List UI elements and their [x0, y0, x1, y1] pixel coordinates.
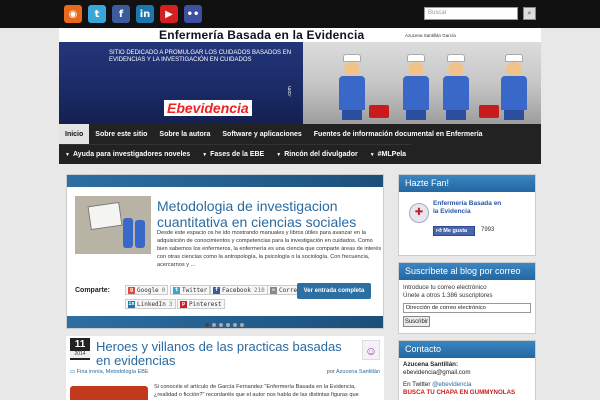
site-author: Azucena Santillán García	[405, 33, 456, 38]
twitter-icon[interactable]: t	[88, 5, 106, 23]
post-thumbnail[interactable]	[70, 386, 148, 400]
slider-dot[interactable]	[219, 323, 223, 327]
site-title[interactable]: Enfermería Basada en la Evidencia	[159, 28, 364, 42]
google-icon: g	[128, 286, 135, 294]
nurse-figure	[403, 54, 429, 120]
banner-text-panel: Sitio dedicado a promulgar los CUIDADOS …	[59, 42, 303, 124]
featured-slider: Metodologia de investigacion cuantitativ…	[66, 174, 384, 329]
site-tagline: Sitio dedicado a promulgar los CUIDADOS …	[109, 50, 292, 63]
featured-excerpt: Desde este espacio os he ido mostrando m…	[157, 230, 382, 268]
contact-twitter: En Twitter @ebevidencia	[403, 381, 472, 388]
slider-dot[interactable]	[226, 323, 230, 327]
widget-title: Hazte Fan!	[399, 175, 535, 192]
main-navigation: Inicio Sobre este sitio Sobre la autora Sof…	[59, 124, 541, 164]
twitter-handle-link[interactable]: @ebevidencia	[432, 381, 471, 388]
top-bar: ◉ t f in ▶ •• Buscar ⌕	[0, 0, 600, 28]
chevron-down-icon: ▼	[276, 151, 282, 158]
gummynolas-link[interactable]: BUSCA TU CHAPA EN GUMMYNOLAS	[403, 389, 535, 397]
rss-icon[interactable]: ◉	[64, 5, 82, 23]
facebook-page-name[interactable]: Enfermería Basada en la Evidencia	[433, 200, 503, 216]
title-bar: Enfermería Basada en la Evidencia Azucen…	[59, 28, 541, 42]
like-button[interactable]: 👍︎ Me gusta	[433, 226, 475, 236]
subscribe-text: Introduce tu correo electrónico Únete a …	[403, 284, 493, 299]
read-more-button[interactable]: Ver entrada completa	[297, 283, 371, 299]
nav-item[interactable]: Inicio	[59, 124, 90, 144]
nav-item[interactable]: Fuentes de información documental en Enf…	[308, 124, 489, 144]
post-entry: 11 2014 Heroes y villanos de las practic…	[66, 336, 384, 400]
chevron-down-icon: ▼	[202, 151, 208, 158]
chevron-down-icon: ▼	[369, 151, 375, 158]
nav-item[interactable]: ▼ Rincón del divulgador	[270, 145, 363, 165]
like-count: 7993	[481, 227, 495, 233]
subscribe-button[interactable]: Suscribir	[403, 316, 430, 327]
nav-item[interactable]: Software y aplicaciones	[216, 124, 307, 144]
linkedin-icon[interactable]: in	[136, 5, 154, 23]
flickr-icon[interactable]: ••	[184, 5, 202, 23]
share-linkedin-button[interactable]: in LinkedIn 3	[125, 299, 176, 309]
chevron-down-icon: ▼	[65, 151, 70, 158]
header-banner[interactable]: Sitio dedicado a promulgar los CUIDADOS …	[59, 42, 541, 124]
facebook-icon[interactable]: f	[112, 5, 130, 23]
banner-photo	[303, 42, 541, 124]
share-label: Comparte:	[75, 287, 111, 294]
search-input[interactable]: Buscar	[424, 7, 518, 20]
nurse-figure	[339, 54, 365, 120]
share-facebook-button[interactable]: f Facebook 210	[210, 285, 268, 295]
share-google-button[interactable]: g Google 0	[125, 285, 169, 295]
logo-suffix: .com	[287, 86, 293, 97]
contact-details: Azucena Santillán: ebevidencia@gmail.com…	[403, 361, 535, 397]
mail-icon: ✉	[270, 286, 277, 294]
twitter-icon: t	[173, 286, 180, 294]
widget-fan: Hazte Fan! ✚ Enfermería Basada en la Evi…	[398, 174, 536, 256]
widget-subscribe: Suscríbete al blog por correo Introduce …	[398, 262, 536, 334]
slider-dot[interactable]	[233, 323, 237, 327]
nav-row-secondary: ▼ Ayuda para investigadores noveles ▼ Fases…	[59, 144, 413, 165]
nav-item[interactable]: Sobre la autora	[153, 124, 216, 144]
widget-title: Suscríbete al blog por correo	[399, 263, 535, 280]
slider-dot[interactable]	[212, 323, 216, 327]
contact-email[interactable]: ebevidencia@gmail.com	[403, 369, 535, 377]
slider-pagination	[205, 323, 244, 327]
contact-name: Azucena Santillán:	[403, 361, 459, 368]
share-email-button[interactable]: ✉ Corre	[267, 285, 301, 295]
nurse-figure	[501, 54, 527, 120]
widget-contact: Contacto Azucena Santillán: ebevidencia@…	[398, 340, 536, 400]
medical-bag	[369, 105, 389, 118]
site-header: Enfermería Basada en la Evidencia Azucen…	[59, 28, 541, 124]
facebook-icon: f	[213, 286, 220, 294]
author-avatar[interactable]: ☺	[362, 340, 380, 360]
post-date: 11 2014	[70, 338, 90, 360]
slider-dot[interactable]	[205, 323, 209, 327]
post-author: por Azucena Santillán	[326, 369, 380, 375]
youtube-icon[interactable]: ▶	[160, 5, 178, 23]
nav-item[interactable]: ▼ #MLPela	[364, 145, 412, 165]
share-pinterest-button[interactable]: p Pinterest	[177, 299, 225, 309]
post-title[interactable]: Heroes y villanos de las practicas basad…	[96, 340, 346, 368]
medical-bag	[479, 105, 499, 118]
ebevidencia-logo: Ebevidencia	[164, 100, 252, 116]
nav-item[interactable]: ▼ Fases de la EBE	[196, 145, 270, 165]
post-excerpt: Si conocéis el artículo de García Fernan…	[154, 384, 359, 398]
featured-title[interactable]: Metodologia de investigacion cuantitativ…	[157, 198, 379, 230]
author-link[interactable]: Azucena Santillán	[336, 369, 380, 375]
pinterest-icon: p	[180, 300, 187, 308]
widget-title: Contacto	[399, 341, 535, 358]
nav-item[interactable]: Sobre este sitio	[89, 124, 153, 144]
share-twitter-button[interactable]: t Twitter	[170, 285, 211, 295]
slider-dot[interactable]	[240, 323, 244, 327]
nav-item[interactable]: ▼ Ayuda para investigadores noveles	[59, 145, 196, 165]
email-field[interactable]: Dirección de correo electrónico	[403, 303, 531, 313]
search-icon: ⌕	[527, 9, 532, 17]
thumbs-up-icon: 👍︎	[436, 228, 442, 234]
facebook-page-avatar[interactable]: ✚	[409, 203, 429, 223]
nurse-figure	[443, 54, 469, 120]
search-button[interactable]: ⌕	[523, 7, 536, 20]
nav-row-primary: Inicio Sobre este sitio Sobre la autora Sof…	[59, 124, 489, 144]
folder-icon: ▭	[70, 369, 77, 375]
slider-top-bar	[67, 175, 383, 187]
linkedin-icon: in	[128, 300, 135, 308]
post-categories[interactable]: ▭ Fina ironía, Metodología EBE	[70, 369, 149, 375]
